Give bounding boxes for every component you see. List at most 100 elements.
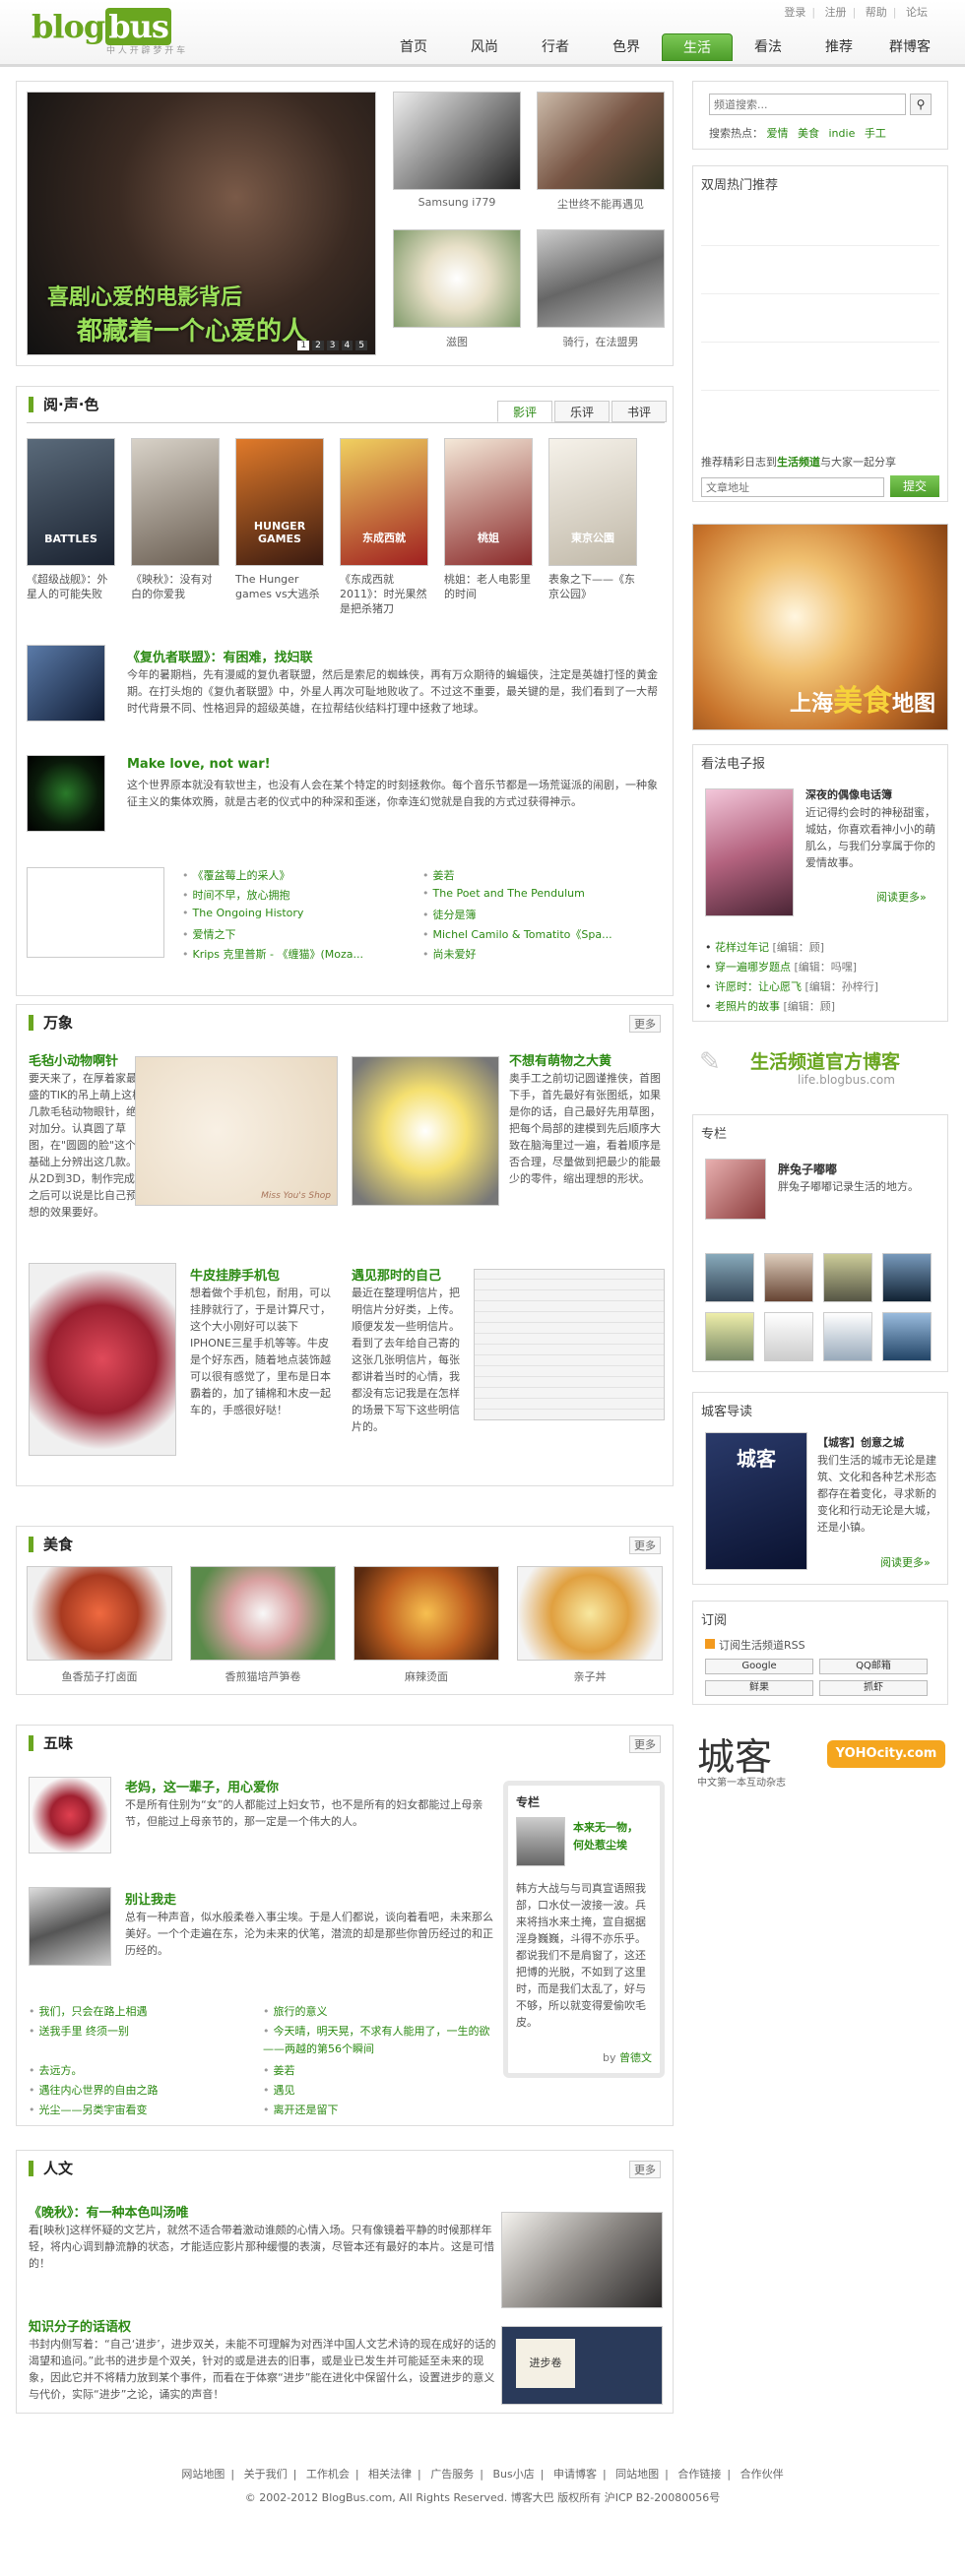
forum-link[interactable]: 论坛 xyxy=(906,6,928,19)
nav-life[interactable]: 生活 xyxy=(662,33,733,61)
food-image-3[interactable] xyxy=(354,1566,499,1661)
subscribe-xianguo-button[interactable]: 鲜果 xyxy=(705,1680,813,1696)
wanxiang-item-4-image[interactable] xyxy=(474,1269,665,1420)
wanxiang-item-3-image[interactable] xyxy=(29,1263,176,1456)
list-item[interactable]: 去远方。 xyxy=(29,2062,83,2078)
official-blog[interactable]: ✎ 生活频道官方博客 life.blogbus.com xyxy=(699,1043,945,1093)
thumb-4[interactable] xyxy=(537,229,665,328)
renwen-article-2-image[interactable]: 进步卷 xyxy=(501,2326,663,2405)
tab-music-review[interactable]: 乐评 xyxy=(554,401,610,422)
column-name-2[interactable]: 何处惹尘埃 xyxy=(573,1837,627,1853)
poster-caption[interactable]: The Hunger games vs大逃杀 xyxy=(235,572,326,601)
poster-caption[interactable]: 桃姐：老人电影里的时间 xyxy=(444,572,535,601)
reader-cover[interactable] xyxy=(705,788,794,916)
article-1-image[interactable] xyxy=(27,645,105,722)
citytour-read-more[interactable]: 阅读更多» xyxy=(880,1554,931,1570)
hero-image[interactable]: 喜剧心爱的电影背后 都藏着一个心爱的人 1 2 3 4 5 xyxy=(27,92,376,355)
article-url-input[interactable] xyxy=(701,477,884,497)
footer-link[interactable]: 合作伙伴 xyxy=(740,2468,784,2481)
poster-image[interactable]: 东成西就 xyxy=(340,438,428,566)
article-2-title[interactable]: Make love, not war! xyxy=(127,757,271,772)
avatar[interactable] xyxy=(764,1253,813,1302)
footer-link[interactable]: 网站地图 xyxy=(181,2468,225,2481)
thumb-caption-1[interactable]: Samsung i779 xyxy=(393,196,521,209)
list-item[interactable]: 徒分是簿 xyxy=(422,907,477,922)
food-image-2[interactable] xyxy=(190,1566,336,1661)
pager-1[interactable]: 1 xyxy=(297,341,310,350)
help-link[interactable]: 帮助 xyxy=(866,6,887,19)
footer-link[interactable]: 合作链接 xyxy=(677,2468,721,2481)
renwen-article-1-title[interactable]: 《晚秋》：有一种本色叫汤唯 xyxy=(29,2202,189,2221)
list-item[interactable]: 我们，只会在路上相遇 xyxy=(29,2003,148,2019)
avatar[interactable] xyxy=(764,1312,813,1361)
thumb-2[interactable] xyxy=(537,92,665,190)
food-map-banner[interactable]: 上海美食地图 xyxy=(692,524,948,730)
submit-button[interactable]: 提交 xyxy=(890,475,939,497)
search-icon[interactable]: ⚲ xyxy=(910,94,932,115)
avatar[interactable] xyxy=(823,1253,872,1302)
subscribe-zhuaxia-button[interactable]: 抓虾 xyxy=(819,1680,928,1696)
nav-travel[interactable]: 行者 xyxy=(520,33,591,61)
avatar[interactable] xyxy=(705,1253,754,1302)
list-item[interactable]: 尚未爱好 xyxy=(422,946,477,962)
list-item[interactable]: Michel Camilo & Tomatito《Spa... xyxy=(422,926,612,942)
footer-link[interactable]: 广告服务 xyxy=(430,2468,474,2481)
renwen-article-2-title[interactable]: 知识分子的话语权 xyxy=(29,2316,131,2335)
reader-link-1-title[interactable]: 花样过年记 xyxy=(715,941,769,954)
list-item[interactable]: Krips 克里普斯 - 《缠猫》(Moza... xyxy=(182,946,363,962)
poster-caption[interactable]: 《东成西就2011》：时光果然是把杀猪刀 xyxy=(340,572,430,616)
food-image-1[interactable] xyxy=(27,1566,172,1661)
wanxiang-item-2-image[interactable] xyxy=(352,1056,499,1206)
reader-link-3[interactable]: • 许愿时：让心愿飞 [编辑：孙梓行] xyxy=(705,977,878,997)
reader-link-1[interactable]: • 花样过年记 [编辑：顾] xyxy=(705,938,878,958)
citytour-subtitle[interactable]: 【城客】创意之城 xyxy=(817,1434,904,1450)
footer-link[interactable]: 同站地图 xyxy=(615,2468,659,2481)
footer-link[interactable]: 工作机会 xyxy=(306,2468,350,2481)
food-caption-1[interactable]: 鱼香茄子打卤面 xyxy=(27,1668,172,1684)
wanxiang-item-1-image[interactable]: Miss You's Shop xyxy=(135,1056,338,1206)
wuwei-article-2-image[interactable] xyxy=(29,1887,111,1966)
subscribe-google-button[interactable]: Google xyxy=(705,1659,813,1674)
hot-link-3[interactable]: indie xyxy=(829,127,856,140)
list-item[interactable]: 爱情之下 xyxy=(182,926,236,942)
list-item[interactable]: 光尘——另类宇宙看变 xyxy=(29,2102,148,2117)
avatar[interactable] xyxy=(882,1312,932,1361)
hot-link-1[interactable]: 爱情 xyxy=(767,127,789,140)
poster-image[interactable]: 桃姐 xyxy=(444,438,533,566)
column-name-1[interactable]: 本来无一物， xyxy=(573,1819,638,1835)
tab-book-review[interactable]: 书评 xyxy=(611,401,667,422)
pager-4[interactable]: 4 xyxy=(341,341,354,350)
nav-group-blog[interactable]: 群博客 xyxy=(874,33,945,61)
nav-fashion[interactable]: 风尚 xyxy=(449,33,520,61)
list-item[interactable]: 遇见 xyxy=(263,2082,295,2098)
avatar[interactable] xyxy=(882,1253,932,1302)
wuwei-article-2-title[interactable]: 别让我走 xyxy=(125,1889,176,1908)
register-link[interactable]: 注册 xyxy=(825,6,847,19)
reader-link-4[interactable]: • 老照片的故事 [编辑：顾] xyxy=(705,997,878,1017)
nav-home[interactable]: 首页 xyxy=(378,33,449,61)
pager-3[interactable]: 3 xyxy=(326,341,339,350)
poster-caption[interactable]: 表象之下——《东京公园》 xyxy=(548,572,639,601)
subscribe-qq-button[interactable]: QQ邮箱 xyxy=(819,1659,928,1674)
article-2-image[interactable] xyxy=(27,755,105,832)
thumb-caption-2[interactable]: 尘世终不能再遇见 xyxy=(537,196,665,212)
renwen-more-button[interactable]: 更多 xyxy=(629,2161,661,2178)
food-more-button[interactable]: 更多 xyxy=(629,1537,661,1554)
submit-channel-link[interactable]: 生活频道 xyxy=(777,456,820,469)
nav-views[interactable]: 看法 xyxy=(733,33,804,61)
list-item[interactable]: 《覆盆莓上的采人》 xyxy=(182,867,290,883)
pager-2[interactable]: 2 xyxy=(312,341,324,350)
poster-image[interactable]: 東京公園 xyxy=(548,438,637,566)
rss-link[interactable]: 订阅生活频道RSS xyxy=(705,1637,805,1653)
renwen-article-1-image[interactable] xyxy=(501,2212,663,2308)
hot-link-4[interactable]: 手工 xyxy=(865,127,886,140)
wuwei-more-button[interactable]: 更多 xyxy=(629,1735,661,1753)
reader-link-3-title[interactable]: 许愿时：让心愿飞 xyxy=(715,980,802,993)
footer-link[interactable]: 相关法律 xyxy=(368,2468,412,2481)
reader-read-more[interactable]: 阅读更多» xyxy=(876,889,927,905)
list-item[interactable]: 今天晴，明天晃，不求有人能用了，一生的欲——两越的第56个瞬间 xyxy=(263,2023,499,2058)
avatar[interactable] xyxy=(823,1312,872,1361)
wuwei-article-1-title[interactable]: 老妈，这一辈子，用心爱你 xyxy=(125,1777,279,1795)
list-item[interactable]: 送我手里 终须一别 xyxy=(29,2023,130,2039)
reader-article-title[interactable]: 深夜的偶像电话簿 xyxy=(805,786,892,802)
